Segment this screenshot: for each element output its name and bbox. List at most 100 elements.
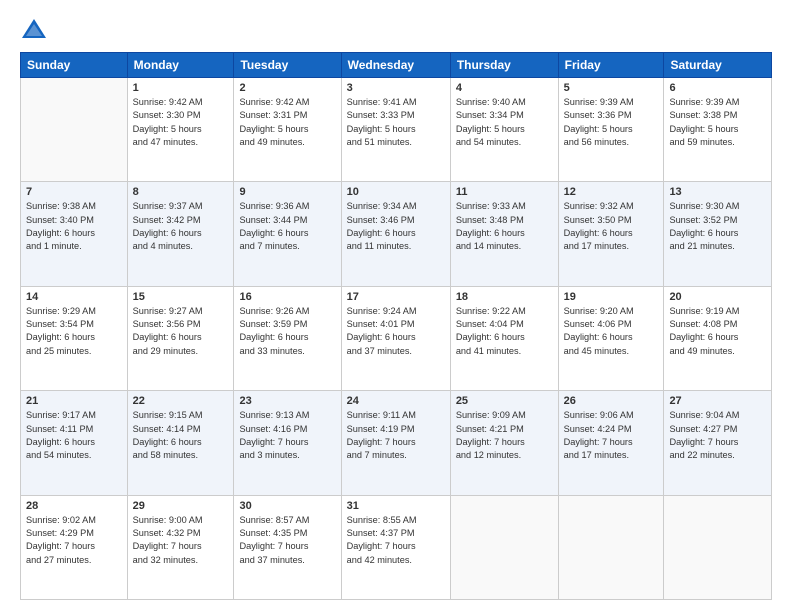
calendar-cell: 29 Sunrise: 9:00 AMSunset: 4:32 PMDayligh… — [127, 495, 234, 599]
day-info: Sunrise: 9:00 AMSunset: 4:32 PMDaylight:… — [133, 514, 229, 567]
day-info: Sunrise: 9:13 AMSunset: 4:16 PMDaylight:… — [239, 409, 335, 462]
calendar-cell: 24 Sunrise: 9:11 AMSunset: 4:19 PMDayligh… — [341, 391, 450, 495]
calendar-cell — [450, 495, 558, 599]
calendar-cell: 27 Sunrise: 9:04 AMSunset: 4:27 PMDayligh… — [664, 391, 772, 495]
calendar-cell: 4 Sunrise: 9:40 AMSunset: 3:34 PMDaylight… — [450, 78, 558, 182]
calendar-cell: 9 Sunrise: 9:36 AMSunset: 3:44 PMDaylight… — [234, 182, 341, 286]
day-number: 4 — [456, 82, 553, 94]
day-number: 16 — [239, 291, 335, 303]
day-info: Sunrise: 9:15 AMSunset: 4:14 PMDaylight:… — [133, 409, 229, 462]
day-info: Sunrise: 9:11 AMSunset: 4:19 PMDaylight:… — [347, 409, 445, 462]
day-number: 11 — [456, 186, 553, 198]
calendar-cell: 5Sunrise: 9:39 AMSunset: 3:36 PMDaylight… — [558, 78, 664, 182]
header — [20, 16, 772, 44]
day-info: Sunrise: 9:38 AMSunset: 3:40 PMDaylight:… — [26, 200, 122, 253]
day-number: 17 — [347, 291, 445, 303]
logo-icon — [20, 16, 48, 44]
day-number: 6 — [669, 82, 766, 94]
day-info: Sunrise: 8:57 AMSunset: 4:35 PMDaylight:… — [239, 514, 335, 567]
calendar-cell: 12 Sunrise: 9:32 AMSunset: 3:50 PMDayligh… — [558, 182, 664, 286]
calendar-cell: 20 Sunrise: 9:19 AMSunset: 4:08 PMDayligh… — [664, 286, 772, 390]
day-info: Sunrise: 9:19 AMSunset: 4:08 PMDaylight:… — [669, 305, 766, 358]
day-number: 7 — [26, 186, 122, 198]
day-number: 20 — [669, 291, 766, 303]
day-number: 8 — [133, 186, 229, 198]
day-number: 5 — [564, 82, 659, 94]
weekday-header: Thursday — [450, 53, 558, 78]
day-info: Sunrise: 9:42 AMSunset: 3:30 PMDaylight:… — [133, 96, 229, 149]
day-info: Sunrise: 9:20 AMSunset: 4:06 PMDaylight:… — [564, 305, 659, 358]
day-info: Sunrise: 9:39 AMSunset: 3:38 PMDaylight:… — [669, 96, 766, 149]
weekday-header: Sunday — [21, 53, 128, 78]
calendar-cell: 13Sunrise: 9:30 AMSunset: 3:52 PMDayligh… — [664, 182, 772, 286]
day-number: 29 — [133, 500, 229, 512]
day-info: Sunrise: 9:33 AMSunset: 3:48 PMDaylight:… — [456, 200, 553, 253]
calendar-cell: 8 Sunrise: 9:37 AMSunset: 3:42 PMDaylight… — [127, 182, 234, 286]
day-number: 30 — [239, 500, 335, 512]
day-number: 10 — [347, 186, 445, 198]
day-info: Sunrise: 9:37 AMSunset: 3:42 PMDaylight:… — [133, 200, 229, 253]
day-number: 22 — [133, 395, 229, 407]
calendar-cell: 18 Sunrise: 9:22 AMSunset: 4:04 PMDayligh… — [450, 286, 558, 390]
day-number: 9 — [239, 186, 335, 198]
calendar-week-row: 14 Sunrise: 9:29 AMSunset: 3:54 PMDayligh… — [21, 286, 772, 390]
logo — [20, 16, 52, 44]
day-info: Sunrise: 9:26 AMSunset: 3:59 PMDaylight:… — [239, 305, 335, 358]
day-info: Sunrise: 9:22 AMSunset: 4:04 PMDaylight:… — [456, 305, 553, 358]
day-number: 14 — [26, 291, 122, 303]
calendar-week-row: 7 Sunrise: 9:38 AMSunset: 3:40 PMDaylight… — [21, 182, 772, 286]
calendar-cell: 14 Sunrise: 9:29 AMSunset: 3:54 PMDayligh… — [21, 286, 128, 390]
calendar-week-row: 1Sunrise: 9:42 AMSunset: 3:30 PMDaylight… — [21, 78, 772, 182]
day-info: Sunrise: 9:17 AMSunset: 4:11 PMDaylight:… — [26, 409, 122, 462]
calendar-cell: 23 Sunrise: 9:13 AMSunset: 4:16 PMDayligh… — [234, 391, 341, 495]
calendar-cell: 6 Sunrise: 9:39 AMSunset: 3:38 PMDaylight… — [664, 78, 772, 182]
day-info: Sunrise: 9:32 AMSunset: 3:50 PMDaylight:… — [564, 200, 659, 253]
day-info: Sunrise: 9:36 AMSunset: 3:44 PMDaylight:… — [239, 200, 335, 253]
calendar-cell: 10Sunrise: 9:34 AMSunset: 3:46 PMDayligh… — [341, 182, 450, 286]
weekday-header: Wednesday — [341, 53, 450, 78]
day-info: Sunrise: 9:27 AMSunset: 3:56 PMDaylight:… — [133, 305, 229, 358]
calendar-cell — [664, 495, 772, 599]
day-number: 19 — [564, 291, 659, 303]
calendar-cell: 28Sunrise: 9:02 AMSunset: 4:29 PMDayligh… — [21, 495, 128, 599]
calendar-week-row: 28Sunrise: 9:02 AMSunset: 4:29 PMDayligh… — [21, 495, 772, 599]
calendar-cell: 22 Sunrise: 9:15 AMSunset: 4:14 PMDayligh… — [127, 391, 234, 495]
day-number: 31 — [347, 500, 445, 512]
day-number: 23 — [239, 395, 335, 407]
weekday-header: Saturday — [664, 53, 772, 78]
calendar-week-row: 21 Sunrise: 9:17 AMSunset: 4:11 PMDayligh… — [21, 391, 772, 495]
day-number: 18 — [456, 291, 553, 303]
calendar-cell: 31 Sunrise: 8:55 AMSunset: 4:37 PMDayligh… — [341, 495, 450, 599]
day-info: Sunrise: 8:55 AMSunset: 4:37 PMDaylight:… — [347, 514, 445, 567]
calendar-cell: 19 Sunrise: 9:20 AMSunset: 4:06 PMDayligh… — [558, 286, 664, 390]
day-number: 13 — [669, 186, 766, 198]
weekday-header: Tuesday — [234, 53, 341, 78]
day-number: 25 — [456, 395, 553, 407]
calendar-cell: 7 Sunrise: 9:38 AMSunset: 3:40 PMDaylight… — [21, 182, 128, 286]
day-info: Sunrise: 9:29 AMSunset: 3:54 PMDaylight:… — [26, 305, 122, 358]
day-info: Sunrise: 9:02 AMSunset: 4:29 PMDaylight:… — [26, 514, 122, 567]
day-number: 27 — [669, 395, 766, 407]
day-info: Sunrise: 9:04 AMSunset: 4:27 PMDaylight:… — [669, 409, 766, 462]
day-number: 26 — [564, 395, 659, 407]
calendar-cell: 17Sunrise: 9:24 AMSunset: 4:01 PMDayligh… — [341, 286, 450, 390]
page: SundayMondayTuesdayWednesdayThursdayFrid… — [0, 0, 792, 612]
calendar-cell: 21 Sunrise: 9:17 AMSunset: 4:11 PMDayligh… — [21, 391, 128, 495]
calendar-cell — [558, 495, 664, 599]
day-number: 21 — [26, 395, 122, 407]
day-info: Sunrise: 9:42 AMSunset: 3:31 PMDaylight:… — [239, 96, 335, 149]
weekday-header: Monday — [127, 53, 234, 78]
day-info: Sunrise: 9:09 AMSunset: 4:21 PMDaylight:… — [456, 409, 553, 462]
calendar-header-row: SundayMondayTuesdayWednesdayThursdayFrid… — [21, 53, 772, 78]
day-number: 2 — [239, 82, 335, 94]
calendar-cell: 16 Sunrise: 9:26 AMSunset: 3:59 PMDayligh… — [234, 286, 341, 390]
day-info: Sunrise: 9:40 AMSunset: 3:34 PMDaylight:… — [456, 96, 553, 149]
calendar-cell: 2 Sunrise: 9:42 AMSunset: 3:31 PMDaylight… — [234, 78, 341, 182]
day-number: 24 — [347, 395, 445, 407]
day-number: 12 — [564, 186, 659, 198]
weekday-header: Friday — [558, 53, 664, 78]
calendar-cell: 25 Sunrise: 9:09 AMSunset: 4:21 PMDayligh… — [450, 391, 558, 495]
calendar-cell: 26Sunrise: 9:06 AMSunset: 4:24 PMDayligh… — [558, 391, 664, 495]
day-info: Sunrise: 9:41 AMSunset: 3:33 PMDaylight:… — [347, 96, 445, 149]
calendar-cell: 3Sunrise: 9:41 AMSunset: 3:33 PMDaylight… — [341, 78, 450, 182]
